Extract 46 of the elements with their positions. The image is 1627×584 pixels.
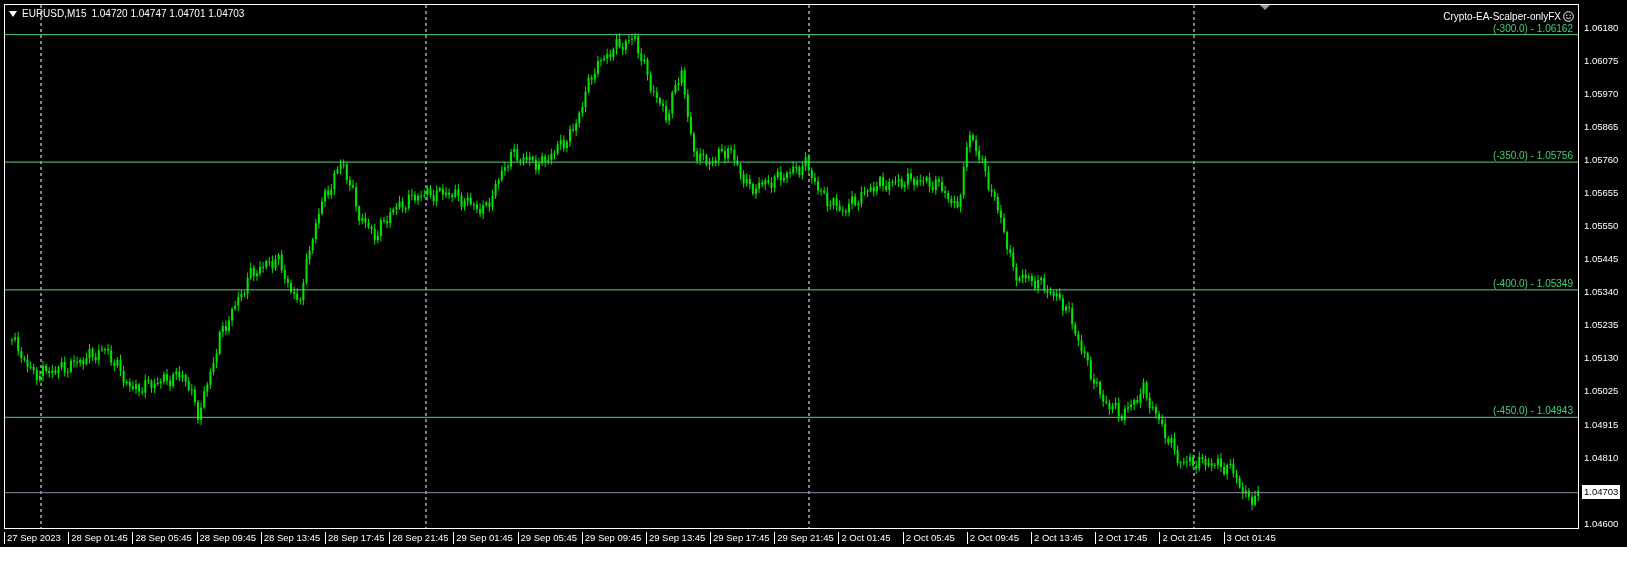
indicator-name: Crypto-EA-Scalper-onlyFX — [1443, 11, 1561, 22]
time-tick-label: 2 Oct 13:45 — [1031, 532, 1096, 544]
level-label: (-450.0) - 1.04943 — [1492, 405, 1573, 417]
shift-marker-icon — [1260, 5, 1270, 10]
ohlc-prices: 1.04720 1.04747 1.04701 1.04703 — [91, 8, 245, 19]
time-tick-label: 28 Sep 05:45 — [132, 532, 197, 544]
time-tick-label: 29 Sep 09:45 — [581, 532, 646, 544]
time-tick-label: 28 Sep 09:45 — [196, 532, 261, 544]
price-tick-label: 1.04915 — [1584, 419, 1619, 432]
price-tick-label: 1.04600 — [1584, 518, 1619, 530]
price-tick-label: 1.06180 — [1584, 22, 1619, 34]
dropdown-icon[interactable] — [9, 10, 17, 17]
time-tick-label: 27 Sep 2023 — [4, 532, 69, 544]
price-tick-label: 1.05970 — [1584, 87, 1619, 100]
time-tick-label: 29 Sep 13:45 — [645, 532, 711, 544]
level-label: (-300.0) - 1.06162 — [1492, 22, 1573, 34]
price-tick-label: 1.04810 — [1584, 452, 1619, 465]
time-tick-label: 29 Sep 05:45 — [517, 532, 582, 544]
price-tick-label: 1.05445 — [1584, 252, 1619, 265]
price-tick-label: 1.05760 — [1584, 153, 1619, 166]
price-tick-label: 1.05235 — [1584, 318, 1619, 331]
time-tick-label: 2 Oct 09:45 — [966, 532, 1031, 544]
price-tick-label: 1.06075 — [1584, 54, 1619, 67]
price-tick-label: 1.05550 — [1584, 219, 1619, 232]
time-tick-label: 28 Sep 17:45 — [324, 532, 390, 544]
price-tick-label: 1.05865 — [1584, 120, 1619, 133]
time-tick-label: 28 Sep 13:45 — [260, 532, 325, 544]
price-tick-label: 1.05340 — [1584, 285, 1619, 298]
time-tick-label: 28 Sep 21:45 — [389, 532, 454, 544]
current-price-label: 1.04703 — [1582, 484, 1621, 499]
price-tick-label: 1.05025 — [1584, 384, 1619, 397]
time-tick-label: 2 Oct 01:45 — [838, 532, 903, 544]
symbol-label: EURUSD,M15 — [22, 8, 87, 19]
time-tick-label: 29 Sep 01:45 — [453, 532, 518, 544]
price-tick-label: 1.05655 — [1584, 186, 1619, 199]
smiley-icon — [1563, 11, 1574, 22]
time-tick-label: 3 Oct 01:45 — [1223, 532, 1288, 544]
time-tick-label: 29 Sep 17:45 — [710, 532, 775, 544]
time-tick-label: 2 Oct 05:45 — [902, 532, 967, 544]
level-label: (-350.0) - 1.05756 — [1492, 150, 1573, 162]
time-tick-label: 2 Oct 17:45 — [1095, 532, 1160, 544]
time-tick-label: 28 Sep 01:45 — [68, 532, 133, 544]
time-tick-label: 2 Oct 21:45 — [1159, 532, 1224, 544]
time-tick-label: 29 Sep 21:45 — [774, 532, 839, 544]
level-label: (-400.0) - 1.05349 — [1492, 277, 1573, 289]
price-tick-label: 1.05130 — [1584, 351, 1619, 364]
